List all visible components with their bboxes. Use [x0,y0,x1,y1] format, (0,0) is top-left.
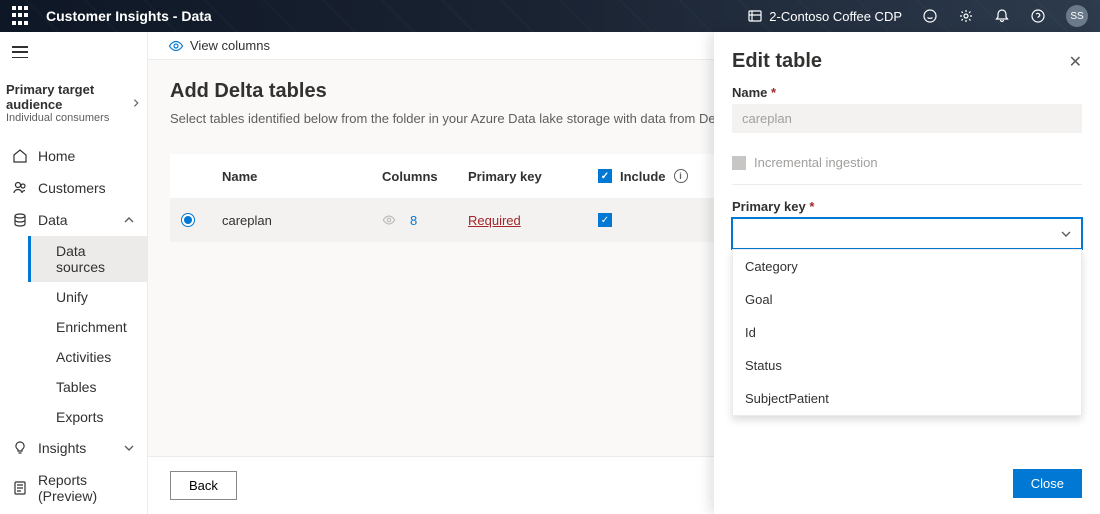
dropdown-option[interactable]: Id [733,316,1081,349]
edit-table-panel: Edit table ✕ Name * Incremental ingestio… [714,32,1100,514]
view-columns-button[interactable]: View columns [190,38,270,53]
name-input [732,104,1082,133]
nav-insights-label: Insights [38,440,86,456]
close-icon[interactable]: ✕ [1069,52,1082,72]
info-icon[interactable]: i [674,169,688,183]
bell-icon[interactable] [994,8,1010,24]
incremental-row: Incremental ingestion [732,149,1082,185]
nav-reports[interactable]: Reports (Preview) [0,464,147,512]
close-button[interactable]: Close [1013,469,1082,498]
col-columns: Columns [382,169,468,184]
row-name: careplan [222,213,382,228]
workspace-name: 2-Contoso Coffee CDP [769,9,902,24]
nav-enrichment[interactable]: Enrichment [28,312,147,342]
col-include: Include [620,169,666,184]
include-checkbox[interactable]: ✓ [598,213,612,227]
nav-unify[interactable]: Unify [28,282,147,312]
help-icon[interactable] [1030,8,1046,24]
dropdown-option[interactable]: Category [733,250,1081,283]
nav-activities[interactable]: Activities [28,342,147,372]
chevron-up-icon [123,214,135,226]
row-primary-key[interactable]: Required [468,213,521,228]
nav-customers-label: Customers [38,180,106,196]
eye-icon [382,213,396,227]
data-icon [12,212,28,228]
nav-data-sources[interactable]: Data sources [28,236,147,282]
nav-exports[interactable]: Exports [28,402,147,432]
gear-icon[interactable] [958,8,974,24]
nav-home-label: Home [38,148,75,164]
row-columns-link[interactable]: 8 [410,213,417,228]
audience-label: Primary target audience [6,82,131,112]
nav-reports-label: Reports (Preview) [38,472,135,504]
status-dot-icon [182,214,194,226]
primary-key-combobox[interactable] [732,218,1082,249]
primary-key-dropdown: Category Goal Id Status SubjectPatient [732,249,1082,416]
reports-icon [12,480,28,496]
audience-value: Individual consumers [6,112,131,124]
app-title: Customer Insights - Data [46,8,212,24]
dropdown-option[interactable]: SubjectPatient [733,382,1081,415]
audience-picker[interactable]: Primary target audience Individual consu… [0,72,147,140]
name-label: Name * [732,85,1082,100]
customers-icon [12,180,28,196]
chevron-right-icon [131,97,141,109]
incremental-label: Incremental ingestion [754,155,878,170]
waffle-icon[interactable] [12,6,32,26]
workspace-icon [747,8,763,24]
col-name: Name [222,169,382,184]
smile-icon[interactable] [922,8,938,24]
panel-title: Edit table [732,50,822,73]
dropdown-option[interactable]: Status [733,349,1081,382]
sidebar: Primary target audience Individual consu… [0,32,148,514]
dropdown-option[interactable]: Goal [733,283,1081,316]
nav-tables[interactable]: Tables [28,372,147,402]
avatar[interactable]: SS [1066,5,1088,27]
nav-home[interactable]: Home [0,140,147,172]
include-all-checkbox[interactable]: ✓ [598,169,612,183]
chevron-down-icon [123,442,135,454]
primary-key-label: Primary key * [732,199,1082,214]
top-bar: Customer Insights - Data 2-Contoso Coffe… [0,0,1100,32]
workspace-picker[interactable]: 2-Contoso Coffee CDP [747,8,902,24]
nav-data-label: Data [38,212,68,228]
insights-icon [12,440,28,456]
nav-customers[interactable]: Customers [0,172,147,204]
eye-icon [168,38,184,54]
incremental-checkbox [732,156,746,170]
home-icon [12,148,28,164]
col-primary-key: Primary key [468,169,598,184]
hamburger-button[interactable] [0,32,147,72]
back-button[interactable]: Back [170,471,237,500]
nav-data[interactable]: Data [0,204,147,236]
nav-insights[interactable]: Insights [0,432,147,464]
